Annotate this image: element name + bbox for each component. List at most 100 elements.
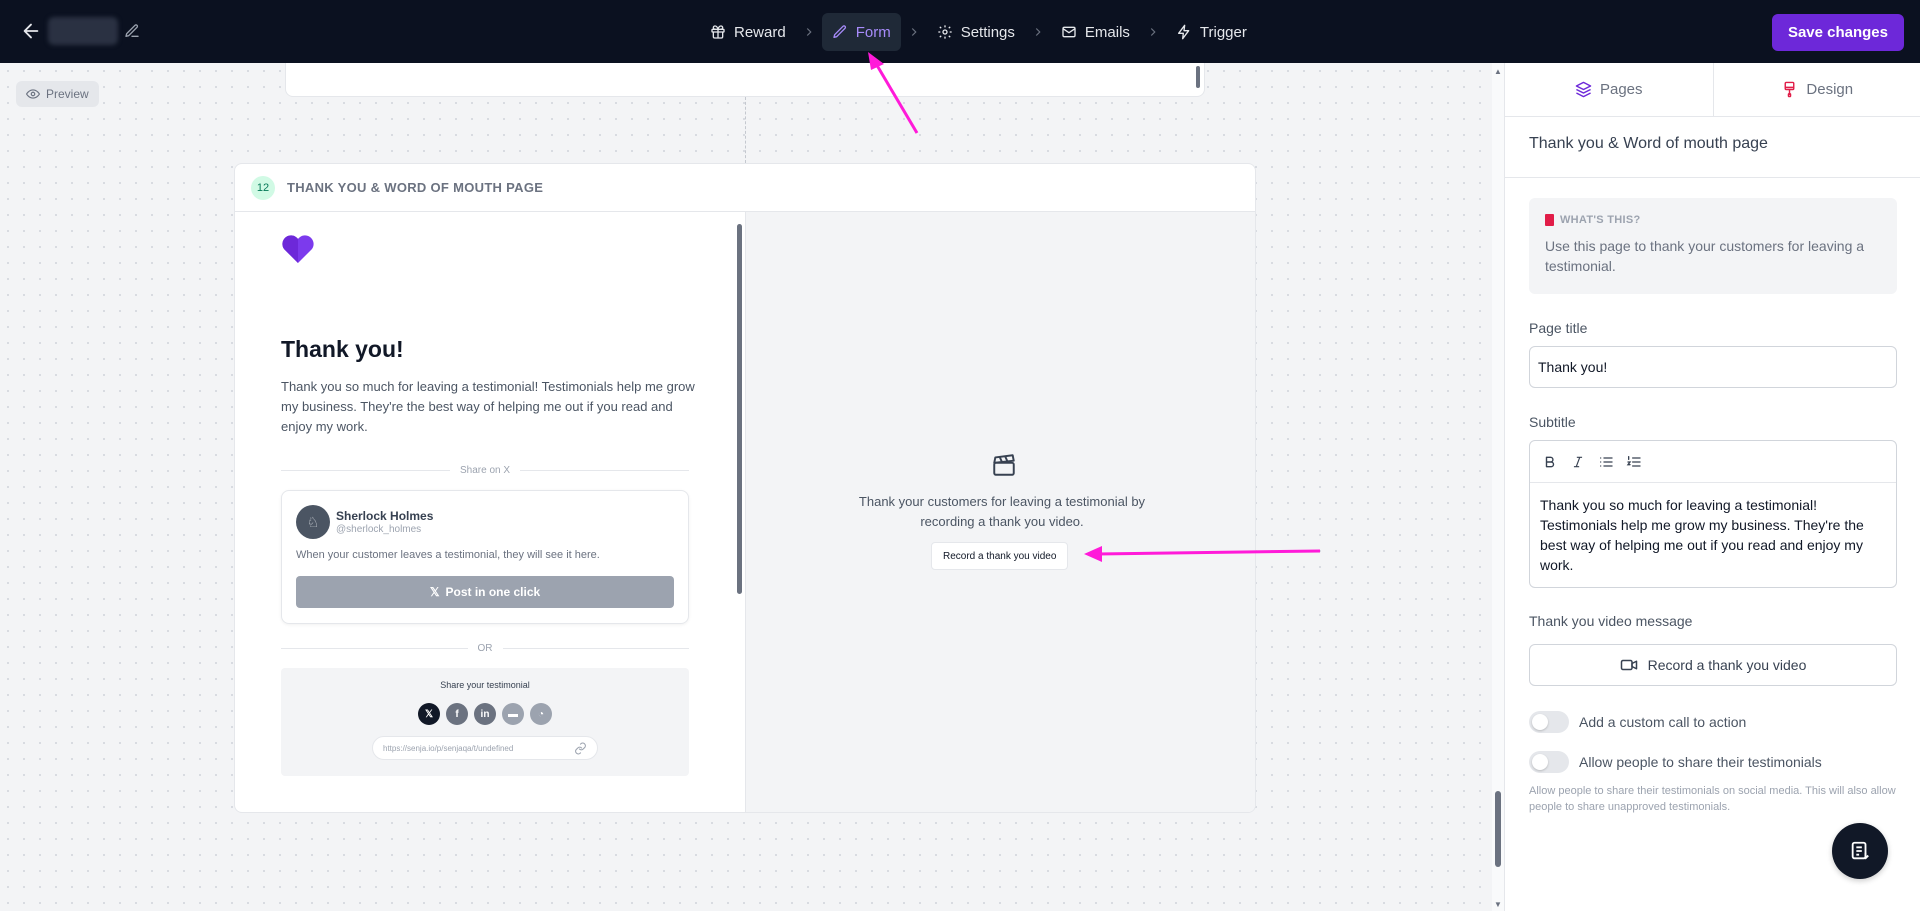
x-logo-icon: 𝕏: [429, 585, 440, 599]
step-reward[interactable]: Reward: [700, 13, 796, 51]
form-name-redacted[interactable]: [48, 17, 118, 45]
or-divider: OR: [281, 641, 689, 655]
page-title: Thank you!: [281, 336, 404, 362]
divider-label: Share on X: [459, 464, 511, 476]
tab-label: Design: [1806, 81, 1854, 98]
layers-icon: [1575, 81, 1592, 98]
video-message-label: Thank you video message: [1529, 613, 1693, 629]
thank-you-video-area: Thank your customers for leaving a testi…: [745, 212, 1255, 812]
share-testimonial-box: Share your testimonial 𝕏 f in ▬ ◔ https:…: [281, 668, 689, 776]
panel-tabs: Pages Design: [1505, 63, 1920, 117]
page-connector: [745, 97, 746, 163]
info-heading: WHAT'S THIS?: [1545, 214, 1641, 226]
pencil-icon: [833, 25, 846, 38]
subtitle-text-area[interactable]: Thank you so much for leaving a testimon…: [1530, 483, 1896, 587]
scrollbar-thumb[interactable]: [737, 224, 742, 594]
preview-button[interactable]: Preview: [16, 81, 99, 107]
step-emails[interactable]: Emails: [1051, 13, 1140, 51]
heart-logo-icon: [282, 235, 314, 263]
chat-icon: [1851, 841, 1869, 860]
save-changes-button[interactable]: Save changes: [1771, 14, 1904, 51]
share-link-text: https://senja.io/p/senjaqa/t/undefined: [383, 743, 514, 753]
link-icon[interactable]: [574, 742, 587, 755]
whats-this-box: WHAT'S THIS? Use this page to thank your…: [1529, 198, 1897, 294]
share-title: Share your testimonial: [440, 680, 530, 690]
video-camera-icon: [1620, 659, 1637, 671]
share-on-x-divider: Share on X: [281, 463, 689, 477]
share-icons: 𝕏 f in ▬ ◔: [281, 703, 689, 725]
tab-design[interactable]: Design: [1712, 63, 1920, 116]
avatar: ♘: [296, 505, 330, 539]
step-settings[interactable]: Settings: [927, 13, 1025, 51]
chevron-right-icon: [1150, 28, 1156, 36]
scrollbar-thumb[interactable]: [1196, 66, 1200, 88]
chat-support-button[interactable]: [1832, 823, 1888, 879]
step-nav: Reward Form Settings Emails Trigger: [700, 13, 1257, 51]
step-label: Emails: [1084, 23, 1130, 41]
previous-page-card: [285, 63, 1205, 97]
mail-icon: [1062, 26, 1076, 38]
record-thank-you-video-button[interactable]: Record a thank you video: [1529, 644, 1897, 686]
linkedin-icon[interactable]: in: [474, 703, 496, 725]
share-testimonials-toggle[interactable]: [1529, 751, 1569, 773]
pencil-icon[interactable]: [124, 23, 140, 39]
step-trigger[interactable]: Trigger: [1166, 13, 1257, 51]
share-testimonials-toggle-row: Allow people to share their testimonials: [1529, 751, 1822, 773]
lightning-icon: [1177, 24, 1190, 40]
page-type-label: THANK YOU & WORD OF MOUTH PAGE: [287, 180, 544, 195]
post-in-one-click-button[interactable]: 𝕏 Post in one click: [296, 576, 674, 608]
eye-icon: [26, 89, 40, 99]
custom-cta-toggle[interactable]: [1529, 711, 1569, 733]
tweet-author-handle: @sherlock_holmes: [336, 524, 422, 535]
step-label: Form: [855, 23, 891, 41]
thank-you-page-card[interactable]: 12 THANK YOU & WORD OF MOUTH PAGE Thank …: [234, 163, 1256, 813]
toggle-label: Add a custom call to action: [1579, 714, 1747, 730]
post-button-label: Post in one click: [445, 585, 541, 599]
brush-icon: [1784, 81, 1795, 98]
gear-icon: [938, 25, 952, 39]
chevron-right-icon: [1035, 28, 1041, 36]
scrollbar-thumb[interactable]: [1495, 791, 1501, 867]
bold-icon[interactable]: [1542, 454, 1558, 470]
whatsapp-icon[interactable]: ◔: [530, 703, 552, 725]
clapperboard-icon: [993, 454, 1015, 476]
toggle-label: Allow people to share their testimonials: [1579, 754, 1822, 770]
divider: [1505, 177, 1920, 178]
x-icon[interactable]: 𝕏: [418, 703, 440, 725]
page-title-label: Page title: [1529, 320, 1588, 336]
page-number-badge: 12: [251, 175, 275, 200]
share-link-field[interactable]: https://senja.io/p/senjaqa/t/undefined: [372, 736, 598, 760]
arrow-left-icon[interactable]: [20, 20, 42, 42]
record-button-label: Record a thank you video: [1647, 657, 1807, 673]
record-video-button[interactable]: Record a thank you video: [931, 542, 1069, 570]
form-canvas: Preview 12 THANK YOU & WORD OF MOUTH PAG…: [0, 63, 1492, 911]
italic-icon[interactable]: [1570, 454, 1586, 470]
numbered-list-icon[interactable]: [1626, 454, 1642, 470]
canvas-scrollbar[interactable]: ▲ ▼: [1492, 63, 1504, 911]
video-description: Thank your customers for leaving a testi…: [858, 494, 1146, 529]
step-label: Settings: [960, 23, 1015, 41]
top-bar: Reward Form Settings Emails Trigger Save…: [0, 0, 1920, 63]
tab-pages[interactable]: Pages: [1505, 63, 1713, 116]
bookmark-icon: [1545, 214, 1554, 226]
facebook-icon[interactable]: f: [446, 703, 468, 725]
subtitle-label: Subtitle: [1529, 414, 1576, 430]
divider-label: OR: [477, 642, 493, 654]
page-card-header: 12 THANK YOU & WORD OF MOUTH PAGE: [235, 164, 1255, 212]
preview-scrollbar[interactable]: [735, 216, 743, 810]
bullet-list-icon[interactable]: [1598, 454, 1614, 470]
info-text: Use this page to thank your customers fo…: [1545, 238, 1865, 274]
step-label: Reward: [734, 23, 786, 41]
page-preview: Thank you! Thank you so much for leaving…: [235, 212, 745, 812]
tweet-text: When your customer leaves a testimonial,…: [296, 549, 600, 561]
scroll-up-icon[interactable]: ▲: [1494, 67, 1502, 76]
tweet-preview-card: ♘ Sherlock Holmes @sherlock_holmes When …: [281, 490, 689, 624]
preview-label: Preview: [46, 87, 89, 101]
tab-label: Pages: [1599, 81, 1643, 98]
subtitle-editor: Thank you so much for leaving a testimon…: [1529, 440, 1897, 588]
editor-toolbar: [1530, 441, 1896, 483]
scroll-down-icon[interactable]: ▼: [1494, 900, 1502, 909]
page-title-input[interactable]: Thank you!: [1529, 346, 1897, 388]
chat-icon[interactable]: ▬: [502, 703, 524, 725]
step-form[interactable]: Form: [821, 13, 901, 51]
